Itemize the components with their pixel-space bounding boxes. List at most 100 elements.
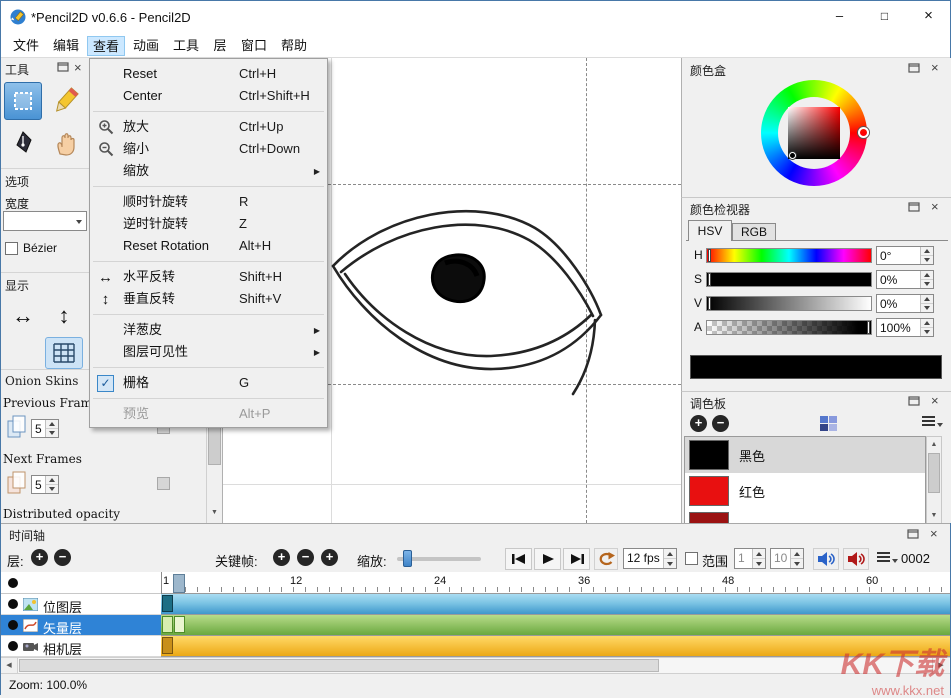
spin-up-button[interactable]: [791, 549, 803, 559]
menu-window[interactable]: 窗口: [235, 36, 273, 56]
spin-down-button[interactable]: [664, 559, 676, 568]
spin-down-button[interactable]: [921, 256, 933, 264]
menu-item-rotate-counterclockwise[interactable]: 逆时针旋转 Z: [91, 213, 328, 235]
remove-keyframe-button[interactable]: −: [297, 549, 314, 566]
menu-item-flip-horizontal[interactable]: ↔ 水平反转 Shift+H: [91, 266, 328, 288]
saturation-spinbox[interactable]: 0%: [876, 270, 934, 289]
spin-down-button[interactable]: [753, 559, 765, 568]
alpha-spinbox[interactable]: 100%: [876, 318, 934, 337]
timeline-ruler[interactable]: 1 12 24 36 48 60: [161, 572, 950, 594]
remove-color-button[interactable]: −: [712, 415, 729, 432]
menu-item-reset[interactable]: Reset Ctrl+H: [91, 63, 328, 85]
menu-item-center[interactable]: Center Ctrl+Shift+H: [91, 85, 328, 107]
pen-tool-button[interactable]: [4, 124, 42, 162]
vector-layer-track[interactable]: [161, 615, 950, 636]
range-checkbox[interactable]: [685, 552, 698, 565]
menu-item-zoom-submenu[interactable]: 缩放 ▶: [91, 160, 328, 182]
duplicate-keyframe-button[interactable]: +: [321, 549, 338, 566]
spin-up-button[interactable]: [664, 549, 676, 559]
fps-spinbox[interactable]: 12 fps: [623, 548, 677, 569]
scrollbar-up-button[interactable]: ▲: [927, 437, 941, 452]
palette-menu-icon[interactable]: [922, 416, 935, 418]
sound-scrub-button[interactable]: [843, 548, 869, 570]
slider-marker[interactable]: [708, 297, 711, 310]
menu-help[interactable]: 帮助: [275, 36, 313, 56]
slider-marker[interactable]: [708, 249, 711, 262]
flip-horizontal-button[interactable]: ↔: [7, 302, 39, 332]
value-spinbox[interactable]: 0%: [876, 294, 934, 313]
scrollbar-thumb[interactable]: [928, 453, 940, 493]
timeline-close-icon[interactable]: ×: [930, 528, 938, 540]
range-end-spinbox[interactable]: 10: [770, 548, 804, 569]
hue-slider[interactable]: [706, 248, 872, 263]
spin-down-button[interactable]: [921, 304, 933, 312]
layer-row-camera[interactable]: 相机层: [1, 636, 161, 657]
value-slider[interactable]: [706, 296, 872, 311]
menu-item-layer-visibility[interactable]: 图层可见性 ▶: [91, 341, 328, 363]
spin-up-button[interactable]: [46, 476, 58, 485]
next-frames-spinbox[interactable]: 5: [31, 475, 59, 494]
menu-item-rotate-clockwise[interactable]: 顺时针旋转 R: [91, 191, 328, 213]
range-start-spinbox[interactable]: 1: [734, 548, 766, 569]
visibility-dot-icon[interactable]: [8, 578, 18, 588]
menu-layer[interactable]: 层: [207, 36, 233, 56]
camera-layer-track[interactable]: [161, 636, 950, 657]
hue-spinbox[interactable]: 0°: [876, 246, 934, 265]
layer-row-vector-selected[interactable]: 矢量层: [1, 615, 161, 636]
previous-frames-spinbox[interactable]: 5: [31, 419, 59, 438]
minimize-button[interactable]: –: [817, 3, 862, 31]
previous-frame-button[interactable]: [505, 548, 532, 570]
spin-down-button[interactable]: [46, 429, 58, 437]
keyframe-cell[interactable]: [162, 616, 173, 633]
menu-item-grid[interactable]: ✓ 栅格 G: [91, 372, 328, 394]
bitmap-layer-track[interactable]: [161, 594, 950, 615]
bezier-checkbox[interactable]: [5, 242, 18, 255]
slider-marker[interactable]: [708, 273, 711, 286]
current-frame-marker[interactable]: [173, 574, 185, 593]
menu-view[interactable]: 查看: [87, 36, 125, 56]
timeline-zoom-slider-handle[interactable]: [403, 550, 412, 567]
menu-item-onion-skins[interactable]: 洋葱皮 ▶: [91, 319, 328, 341]
keyframe-cell[interactable]: [162, 595, 173, 612]
color-box-close-icon[interactable]: ×: [931, 62, 939, 74]
tools-float-icon[interactable]: [57, 62, 69, 72]
spin-down-button[interactable]: [921, 328, 933, 336]
scrollbar-thumb[interactable]: [19, 659, 659, 672]
color-box-float-icon[interactable]: [908, 63, 920, 73]
sound-on-button[interactable]: [813, 548, 839, 570]
layer-visible-dot-icon[interactable]: [8, 620, 18, 630]
spin-up-button[interactable]: [921, 295, 933, 304]
add-keyframe-button[interactable]: +: [273, 549, 290, 566]
spin-down-button[interactable]: [921, 280, 933, 288]
onion-next-option-box[interactable]: [157, 477, 170, 490]
add-color-button[interactable]: +: [690, 415, 707, 432]
spin-up-button[interactable]: [753, 549, 765, 559]
scrollbar-right-button[interactable]: ▶: [932, 658, 949, 673]
timeline-hscrollbar[interactable]: ◀ ▶: [1, 657, 950, 673]
sv-square-indicator[interactable]: [789, 152, 796, 159]
menu-item-flip-vertical[interactable]: ↕ 垂直反转 Shift+V: [91, 288, 328, 310]
layer-row-bitmap[interactable]: 位图层: [1, 594, 161, 615]
layer-visible-dot-icon[interactable]: [8, 641, 18, 651]
grid-toggle-button[interactable]: [45, 337, 83, 369]
saturation-slider[interactable]: [706, 272, 872, 287]
menu-edit[interactable]: 编辑: [47, 36, 85, 56]
menu-item-reset-rotation[interactable]: Reset Rotation Alt+H: [91, 235, 328, 257]
layer-visible-dot-icon[interactable]: [8, 599, 18, 609]
alpha-slider[interactable]: [706, 320, 872, 335]
slider-marker[interactable]: [867, 321, 870, 334]
remove-layer-button[interactable]: −: [54, 549, 71, 566]
menu-tools[interactable]: 工具: [167, 36, 205, 56]
spin-up-button[interactable]: [921, 319, 933, 328]
next-frame-button[interactable]: [563, 548, 590, 570]
loop-button[interactable]: [594, 548, 618, 570]
tab-rgb[interactable]: RGB: [732, 223, 776, 241]
tools-close-icon[interactable]: ×: [74, 62, 82, 74]
palette-item-black[interactable]: 黑色: [685, 437, 926, 473]
hue-ring-indicator[interactable]: [858, 127, 869, 138]
palette-item-red[interactable]: 红色: [685, 473, 926, 509]
keyframe-cell[interactable]: [162, 637, 173, 654]
spin-down-button[interactable]: [791, 559, 803, 568]
menu-item-zoom-in[interactable]: 放大 Ctrl+Up: [91, 116, 328, 138]
spin-up-button[interactable]: [921, 247, 933, 256]
